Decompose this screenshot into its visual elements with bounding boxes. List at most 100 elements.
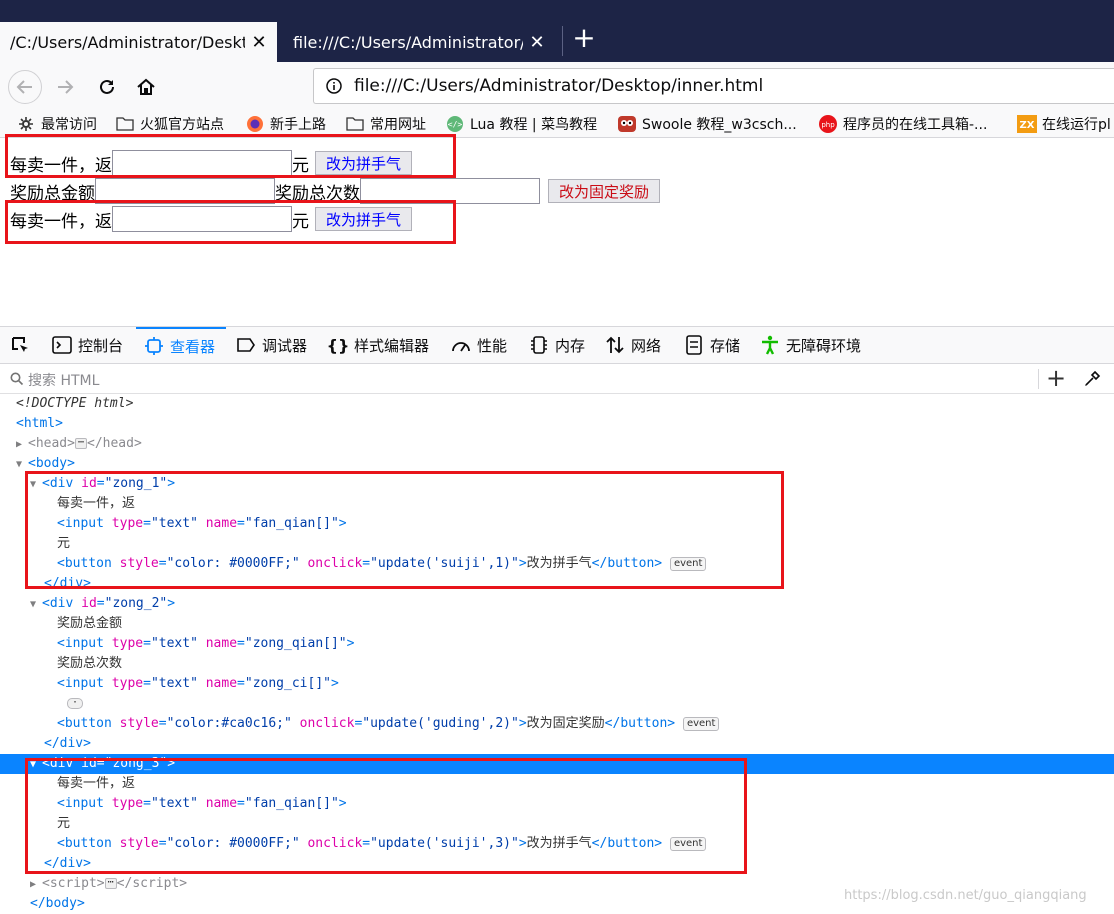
tab-title: file:///C:/Users/Administrator/De [293, 32, 523, 52]
fixed-reward-button[interactable]: 改为固定奖励 [548, 179, 661, 203]
svg-text:</>: </> [448, 120, 463, 129]
braces-icon: {} [326, 335, 350, 355]
event-badge[interactable]: event [682, 716, 720, 731]
w3c-owl-icon [617, 115, 637, 133]
close-icon[interactable]: ✕ [251, 32, 267, 53]
svg-text:ZX: ZX [1020, 120, 1035, 131]
tab-label: 样式编辑器 [354, 336, 430, 355]
add-node-button[interactable]: + [1046, 366, 1066, 390]
eyedropper-icon[interactable] [1083, 370, 1101, 392]
runoob-icon: </> [445, 115, 465, 133]
back-arrow-icon [16, 80, 32, 94]
bookmark-label: Lua 教程 | 菜鸟教程 [470, 117, 598, 133]
tab-network[interactable]: 网络 [605, 327, 661, 363]
tab-style-editor[interactable]: {} 样式编辑器 [326, 327, 430, 363]
bookmark-most-visited[interactable]: 最常访问 [16, 113, 97, 135]
input-node[interactable]: <input type="text" name="zong_qian[]"> [0, 634, 1114, 654]
tab-inner-html[interactable]: /C:/Users/Administrator/Desktop ✕ [0, 22, 277, 62]
forward-arrow-icon [58, 80, 74, 94]
whitespace-node[interactable]: · [0, 694, 1114, 714]
collapse-arrow-icon[interactable]: ▼ [30, 595, 42, 615]
back-button[interactable] [8, 70, 42, 104]
bookmark-label: Swoole 教程_w3csch... [642, 117, 797, 133]
firefox-icon [245, 115, 265, 133]
highlight-box [5, 200, 456, 244]
bookmark-getting-started[interactable]: 新手上路 [245, 113, 326, 135]
tab-label: 内存 [555, 336, 586, 355]
tab-inspector[interactable]: 查看器 [136, 327, 226, 363]
tab-strip: /C:/Users/Administrator/Desktop ✕ file:/… [0, 6, 1114, 62]
bookmark-label: 新手上路 [270, 117, 326, 133]
html-node[interactable]: <html> [0, 414, 1114, 434]
expand-arrow-icon[interactable]: ▶ [16, 435, 28, 455]
expand-arrow-icon[interactable]: ▶ [30, 875, 42, 895]
info-icon[interactable] [314, 77, 354, 95]
bookmark-lua-tutorial[interactable]: </> Lua 教程 | 菜鸟教程 [445, 113, 597, 135]
element-picker-button[interactable] [10, 327, 36, 363]
zx-icon: ZX [1017, 115, 1037, 133]
collapsed-ellipsis[interactable]: ⋯ [104, 878, 117, 889]
tab-label: 存储 [710, 336, 741, 355]
collapsed-ellipsis[interactable]: ⋯ [74, 438, 87, 449]
watermark: https://blog.csdn.net/guo_qiangqiang [844, 888, 1087, 903]
accessibility-person-icon [760, 335, 780, 355]
markup-tree: <!DOCTYPE html> <html> ▶ <head> ⋯ </head> ▼… [0, 394, 1114, 914]
php-icon: php [818, 115, 838, 133]
bookmark-label: 程序员的在线工具箱-... [843, 117, 988, 133]
tab-label: 控制台 [78, 336, 124, 355]
bookmark-dev-tools[interactable]: php 程序员的在线工具箱-... [818, 113, 987, 135]
search-html-row: 搜索 HTML + [0, 364, 1114, 394]
bookmark-label: 在线运行pl [1042, 117, 1111, 133]
tab-accessibility[interactable]: 无障碍环境 [760, 327, 861, 363]
div-zong-2-node[interactable]: ▼ <div id="zong_2"> [0, 594, 1114, 614]
input-node[interactable]: <input type="text" name="zong_ci[]"> [0, 674, 1114, 694]
url-text: file:///C:/Users/Administrator/Desktop/i… [354, 76, 764, 96]
tab-label: 性能 [477, 336, 508, 355]
new-tab-button[interactable]: + [570, 24, 598, 54]
head-node[interactable]: ▶ <head> ⋯ </head> [0, 434, 1114, 454]
bookmark-label: 最常访问 [41, 117, 97, 133]
text-node[interactable]: 奖励总次数 [0, 654, 1114, 674]
network-arrows-icon [605, 335, 625, 355]
bookmark-online-run[interactable]: ZX 在线运行pl [1017, 113, 1111, 135]
highlight-box [25, 758, 747, 874]
bookmark-common-sites[interactable]: 常用网址 [345, 113, 426, 135]
highlight-box [25, 471, 784, 589]
folder-icon [345, 115, 365, 133]
tab-file[interactable]: file:///C:/Users/Administrator/De ✕ [283, 22, 555, 62]
tab-storage[interactable]: 存储 [684, 327, 740, 363]
search-html-input[interactable]: 搜索 HTML [28, 370, 99, 390]
memory-chip-icon [529, 335, 549, 355]
tab-debugger[interactable]: 调试器 [236, 327, 307, 363]
whitespace-badge[interactable]: · [67, 698, 84, 709]
bookmark-label: 火狐官方站点 [140, 117, 224, 133]
tab-performance[interactable]: 性能 [451, 327, 507, 363]
reload-icon [100, 79, 114, 94]
button-node[interactable]: <button style="color:#ca0c16;" onclick="… [0, 714, 1114, 734]
console-icon [52, 335, 72, 355]
bookmark-firefox-site[interactable]: 火狐官方站点 [115, 113, 224, 135]
debugger-icon [236, 335, 256, 355]
text-node[interactable]: 奖励总金额 [0, 614, 1114, 634]
bookmark-swoole-tutorial[interactable]: Swoole 教程_w3csch... [617, 113, 797, 135]
nav-toolbar: file:///C:/Users/Administrator/Desktop/i… [0, 62, 1114, 110]
home-icon [137, 78, 155, 95]
home-button[interactable] [129, 70, 163, 104]
reload-button[interactable] [90, 70, 124, 104]
gear-icon [16, 115, 36, 133]
svg-text:php: php [821, 121, 835, 129]
close-icon[interactable]: ✕ [529, 32, 545, 53]
highlight-box [5, 134, 456, 178]
doctype-node[interactable]: <!DOCTYPE html> [0, 394, 1114, 414]
bookmark-label: 常用网址 [370, 117, 426, 133]
divider [1038, 369, 1039, 389]
page-viewport: 每卖一件，返 元 改为拼手气 奖励总金额 奖励总次数 改为固定奖励 每卖一件，返… [0, 134, 1114, 326]
forward-button[interactable] [48, 70, 82, 104]
tab-label: 调试器 [262, 336, 308, 355]
url-bar[interactable]: file:///C:/Users/Administrator/Desktop/i… [313, 68, 1114, 104]
div-close-node[interactable]: </div> [0, 734, 1114, 754]
tab-memory[interactable]: 内存 [529, 327, 585, 363]
devtools-toolbar: 控制台 查看器 调试器 {} 样式编辑器 性能 内存 网络 存储 无障碍环境 [0, 326, 1114, 364]
folder-icon [115, 115, 135, 133]
tab-console[interactable]: 控制台 [52, 327, 123, 363]
